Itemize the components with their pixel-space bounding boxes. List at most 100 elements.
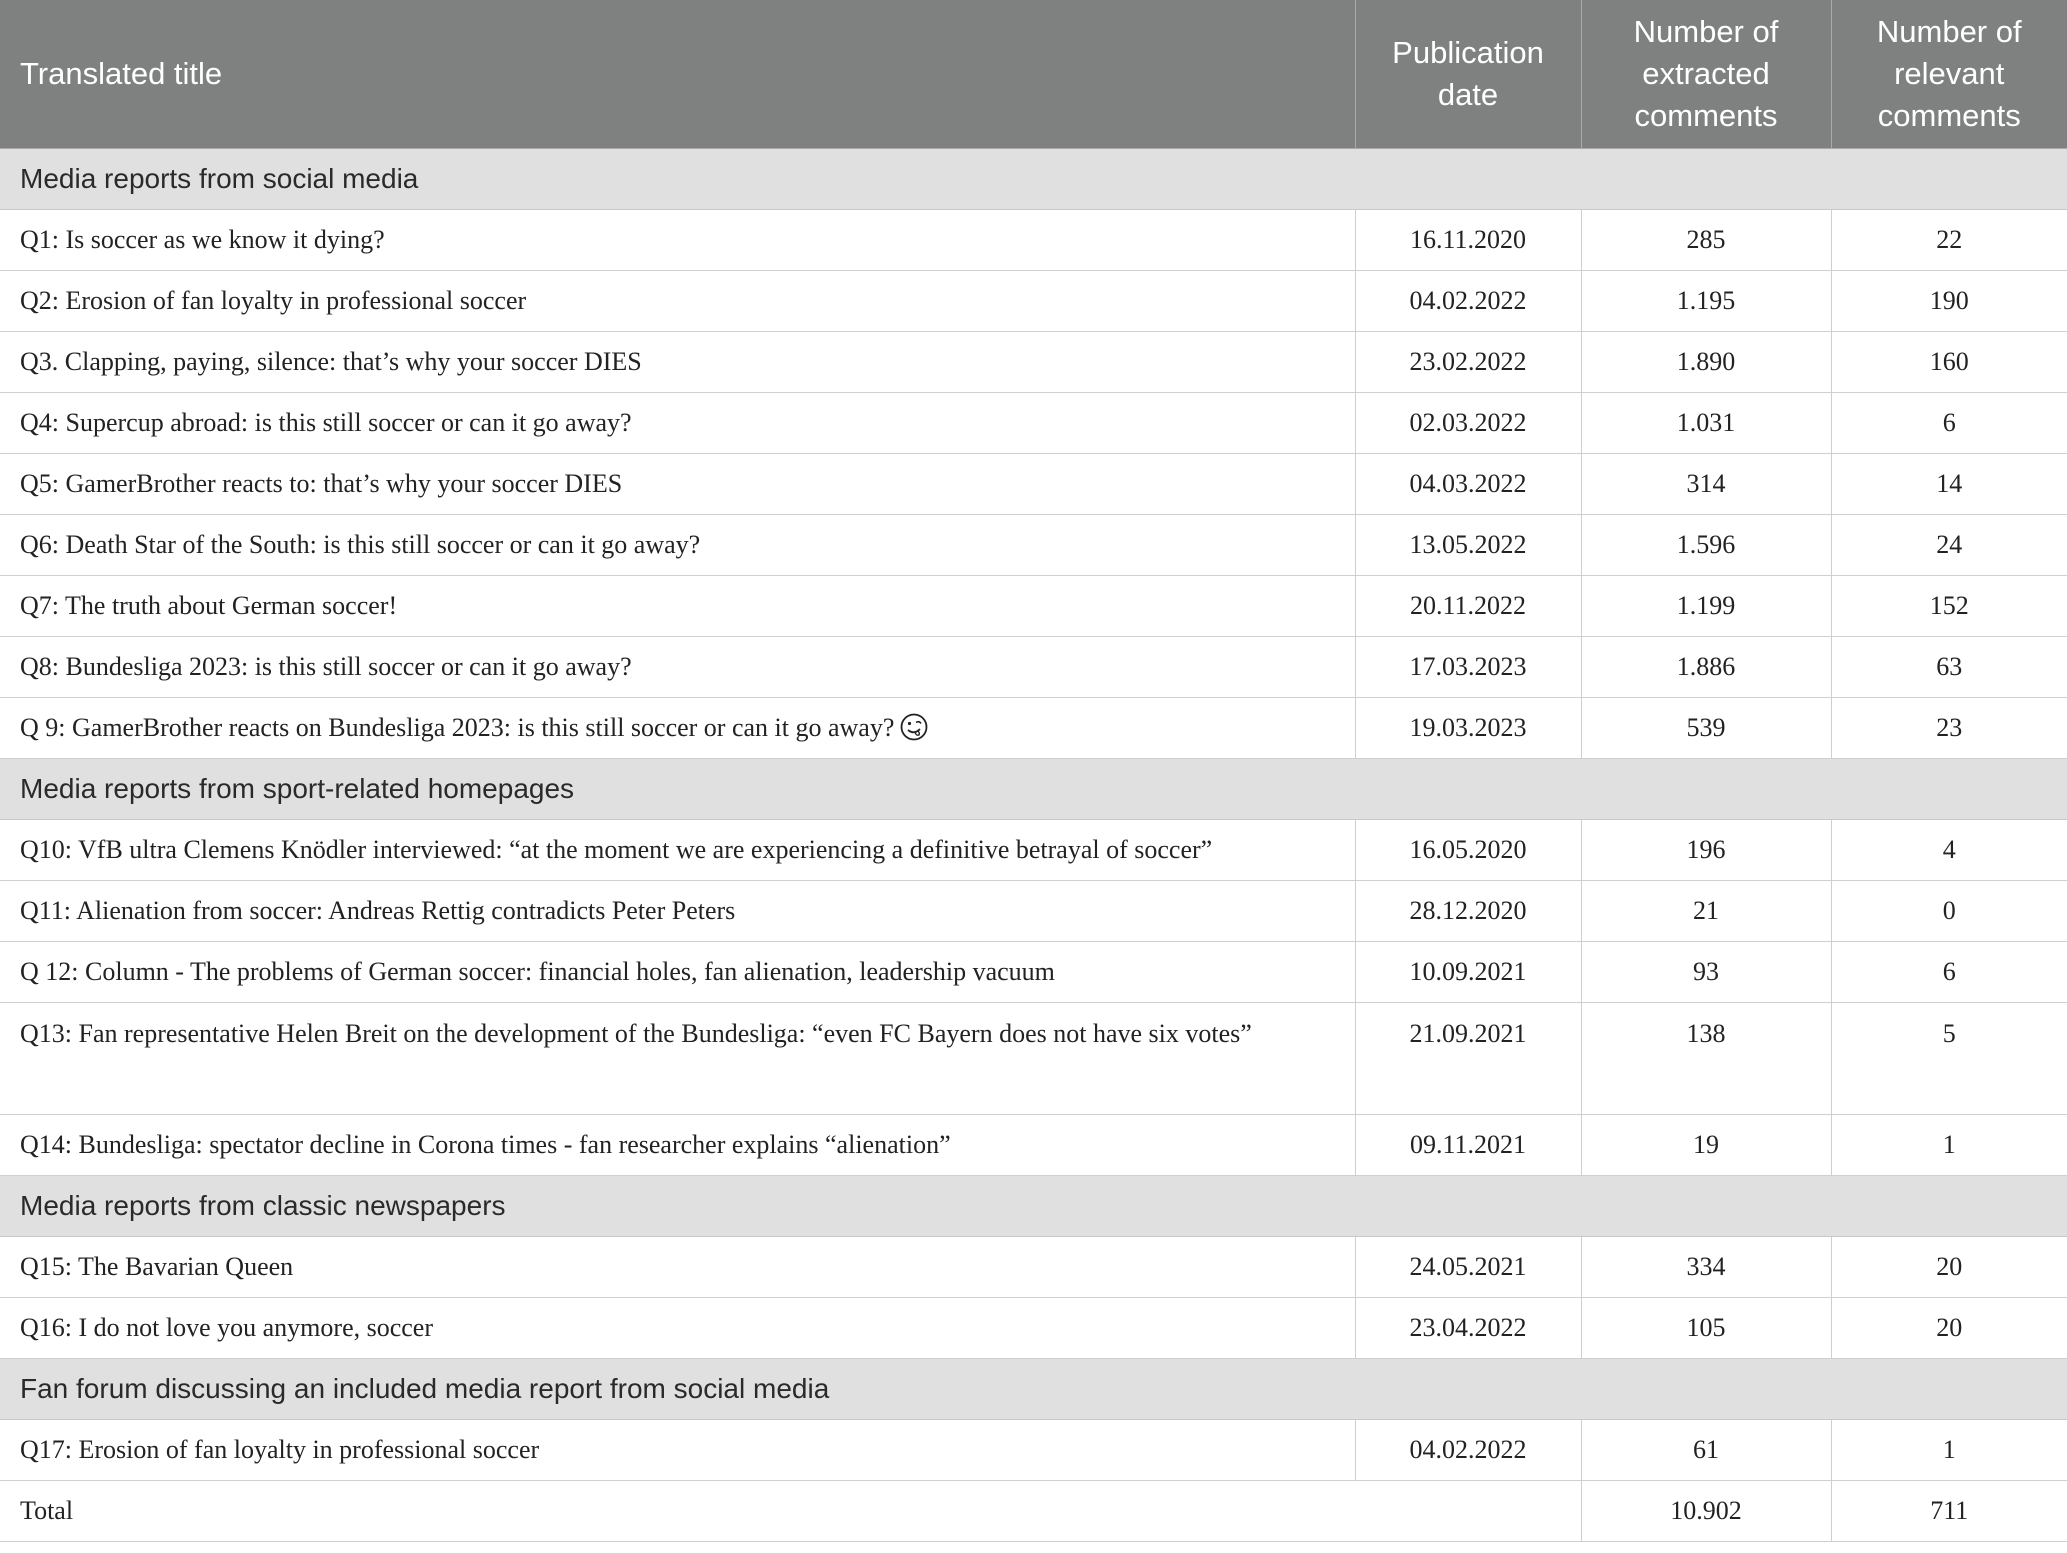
row-relevant: 0 — [1831, 880, 2067, 942]
row-title: Q10: VfB ultra Clemens Knödler interview… — [0, 819, 1356, 881]
row-extracted: 61 — [1581, 1419, 1832, 1481]
row-extracted: 1.195 — [1581, 270, 1832, 332]
header-title: Translated title — [0, 0, 1356, 149]
row-title: Q 9: GamerBrother reacts on Bundesliga 2… — [20, 712, 895, 742]
table-row: Q10: VfB ultra Clemens Knödler interview… — [0, 819, 2067, 881]
zany-face-emoji-icon — [900, 713, 928, 740]
row-extracted: 138 — [1581, 1002, 1832, 1115]
table-row: Q15: The Bavarian Queen 24.05.2021 334 20 — [0, 1236, 2067, 1298]
row-extracted: 1.199 — [1581, 575, 1832, 637]
row-date: 13.05.2022 — [1355, 514, 1582, 576]
row-relevant: 20 — [1831, 1236, 2067, 1298]
row-relevant: 5 — [1831, 1002, 2067, 1115]
row-relevant: 24 — [1831, 514, 2067, 576]
row-title-cell: Q 9: GamerBrother reacts on Bundesliga 2… — [0, 697, 1356, 759]
header-publication-date: Publication date — [1355, 0, 1582, 149]
row-title: Q17: Erosion of fan loyalty in professio… — [0, 1419, 1356, 1481]
table-row: Q8: Bundesliga 2023: is this still socce… — [0, 636, 2067, 698]
row-extracted: 19 — [1581, 1114, 1832, 1176]
table-row: Q2: Erosion of fan loyalty in profession… — [0, 270, 2067, 332]
row-relevant: 20 — [1831, 1297, 2067, 1359]
row-title: Q14: Bundesliga: spectator decline in Co… — [0, 1114, 1356, 1176]
section-label: Fan forum discussing an included media r… — [0, 1358, 2067, 1420]
row-date: 23.02.2022 — [1355, 331, 1582, 393]
total-relevant: 711 — [1831, 1480, 2067, 1542]
table-row: Q14: Bundesliga: spectator decline in Co… — [0, 1114, 2067, 1176]
row-relevant: 4 — [1831, 819, 2067, 881]
row-title: Q5: GamerBrother reacts to: that’s why y… — [0, 453, 1356, 515]
row-title: Q8: Bundesliga 2023: is this still socce… — [0, 636, 1356, 698]
row-title: Q3. Clapping, paying, silence: that’s wh… — [0, 331, 1356, 393]
row-date: 20.11.2022 — [1355, 575, 1582, 637]
row-title: Q11: Alienation from soccer: Andreas Ret… — [0, 880, 1356, 942]
row-date: 19.03.2023 — [1355, 697, 1582, 759]
row-relevant: 152 — [1831, 575, 2067, 637]
section-row: Fan forum discussing an included media r… — [0, 1358, 2067, 1420]
row-date: 04.02.2022 — [1355, 1419, 1582, 1481]
row-relevant: 6 — [1831, 941, 2067, 1003]
row-title: Q6: Death Star of the South: is this sti… — [0, 514, 1356, 576]
row-relevant: 190 — [1831, 270, 2067, 332]
row-relevant: 6 — [1831, 392, 2067, 454]
table-row: Q 12: Column - The problems of German so… — [0, 941, 2067, 1003]
table-row: Q4: Supercup abroad: is this still socce… — [0, 392, 2067, 454]
row-title: Q7: The truth about German soccer! — [0, 575, 1356, 637]
comments-table-container: Translated title Publication date Number… — [0, 0, 2067, 1542]
row-title: Q2: Erosion of fan loyalty in profession… — [0, 270, 1356, 332]
row-extracted: 105 — [1581, 1297, 1832, 1359]
row-date: 28.12.2020 — [1355, 880, 1582, 942]
row-extracted: 93 — [1581, 941, 1832, 1003]
table-row: Q7: The truth about German soccer! 20.11.… — [0, 575, 2067, 637]
row-date: 21.09.2021 — [1355, 1002, 1582, 1115]
row-title: Q15: The Bavarian Queen — [0, 1236, 1356, 1298]
table-row: Q16: I do not love you anymore, soccer 23… — [0, 1297, 2067, 1359]
row-extracted: 285 — [1581, 209, 1832, 271]
row-title: Q4: Supercup abroad: is this still socce… — [0, 392, 1356, 454]
table-row: Q5: GamerBrother reacts to: that’s why y… — [0, 453, 2067, 515]
table-row: Q 9: GamerBrother reacts on Bundesliga 2… — [0, 697, 2067, 759]
row-relevant: 22 — [1831, 209, 2067, 271]
row-extracted: 1.890 — [1581, 331, 1832, 393]
section-row: Media reports from social media — [0, 148, 2067, 210]
section-row: Media reports from sport-related homepag… — [0, 758, 2067, 820]
table-header: Translated title Publication date Number… — [0, 0, 2067, 149]
section-row: Media reports from classic newspapers — [0, 1175, 2067, 1237]
table-body: Media reports from social media Q1: Is s… — [0, 148, 2067, 1542]
row-extracted: 1.596 — [1581, 514, 1832, 576]
row-date: 16.05.2020 — [1355, 819, 1582, 881]
row-extracted: 334 — [1581, 1236, 1832, 1298]
table-row: Q1: Is soccer as we know it dying? 16.11.… — [0, 209, 2067, 271]
row-date: 02.03.2022 — [1355, 392, 1582, 454]
row-date: 23.04.2022 — [1355, 1297, 1582, 1359]
comments-table: Translated title Publication date Number… — [0, 0, 2067, 1542]
section-label: Media reports from sport-related homepag… — [0, 758, 2067, 820]
row-extracted: 196 — [1581, 819, 1832, 881]
total-extracted: 10.902 — [1581, 1480, 1832, 1542]
row-relevant: 14 — [1831, 453, 2067, 515]
table-row: Q6: Death Star of the South: is this sti… — [0, 514, 2067, 576]
row-title: Q 12: Column - The problems of German so… — [0, 941, 1356, 1003]
row-date: 24.05.2021 — [1355, 1236, 1582, 1298]
row-relevant: 1 — [1831, 1419, 2067, 1481]
row-date: 16.11.2020 — [1355, 209, 1582, 271]
row-title: Q13: Fan representative Helen Breit on t… — [0, 1002, 1356, 1115]
table-row: Q3. Clapping, paying, silence: that’s wh… — [0, 331, 2067, 393]
row-relevant: 63 — [1831, 636, 2067, 698]
row-date: 04.03.2022 — [1355, 453, 1582, 515]
row-relevant: 1 — [1831, 1114, 2067, 1176]
header-extracted-comments: Number of extracted comments — [1581, 0, 1832, 149]
table-row: Q17: Erosion of fan loyalty in professio… — [0, 1419, 2067, 1481]
row-relevant: 23 — [1831, 697, 2067, 759]
row-extracted: 314 — [1581, 453, 1832, 515]
row-extracted: 539 — [1581, 697, 1832, 759]
total-row: Total 10.902 711 — [0, 1480, 2067, 1542]
row-date: 10.09.2021 — [1355, 941, 1582, 1003]
row-title: Q16: I do not love you anymore, soccer — [0, 1297, 1356, 1359]
row-relevant: 160 — [1831, 331, 2067, 393]
table-row: Q11: Alienation from soccer: Andreas Ret… — [0, 880, 2067, 942]
total-label: Total — [0, 1480, 1582, 1542]
section-label: Media reports from classic newspapers — [0, 1175, 2067, 1237]
table-row: Q13: Fan representative Helen Breit on t… — [0, 1002, 2067, 1115]
row-extracted: 21 — [1581, 880, 1832, 942]
row-date: 17.03.2023 — [1355, 636, 1582, 698]
